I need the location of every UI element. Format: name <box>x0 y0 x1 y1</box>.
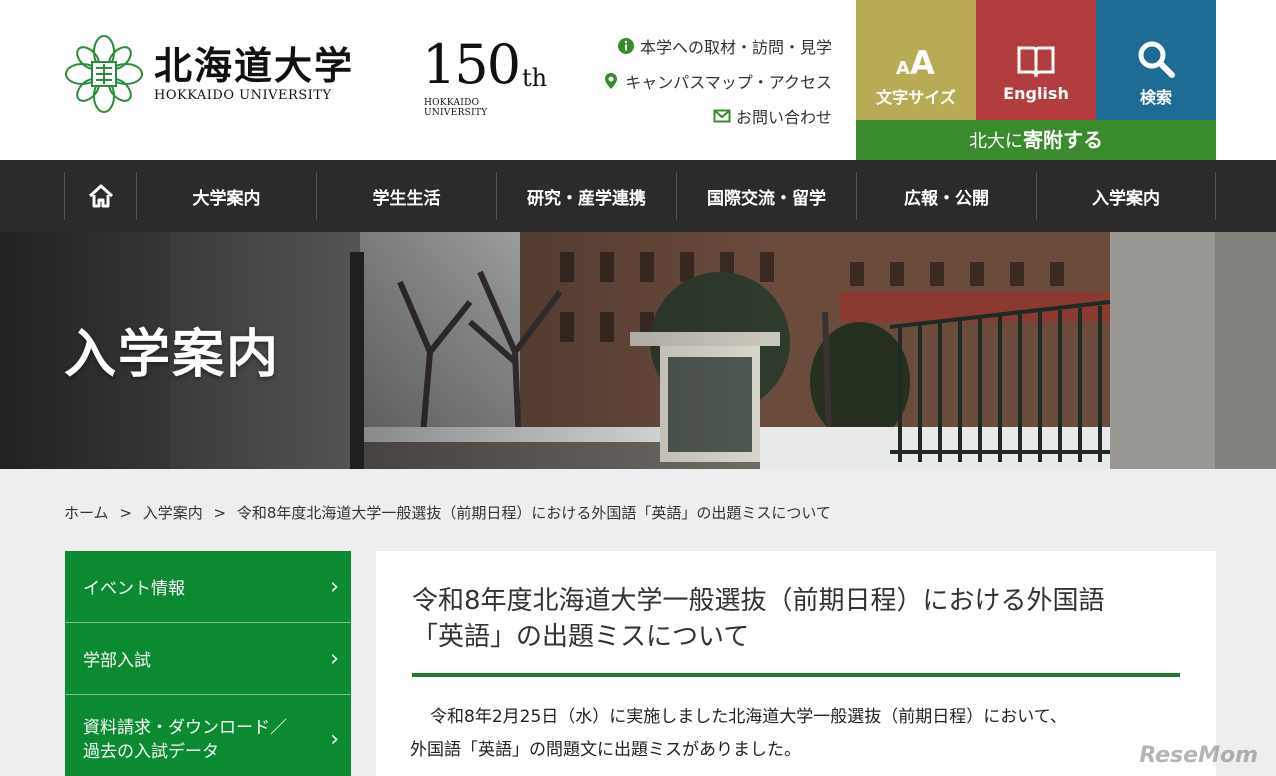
chevron-right-icon: › <box>330 726 339 752</box>
hero-title: 入学案内 <box>64 325 281 385</box>
breadcrumb-current: 令和8年度北海道大学一般選抜（前期日程）における外国語「英語」の出題ミスについて <box>236 504 831 522</box>
font-size-label: 文字サイズ <box>876 88 956 107</box>
utility-links: 本学への取材・訪問・見学 キャンパスマップ・アクセス お問い合わせ <box>602 34 832 139</box>
site-header: 北海道大学 HOKKAIDO UNIVERSITY 150 th HOKKAID… <box>0 0 1276 160</box>
nav-admissions[interactable]: 入学案内 <box>1036 172 1216 220</box>
sidebar-item-label: 資料請求・ダウンロード／ 過去の入試データ <box>83 716 287 764</box>
donate-emphasis: 寄附する <box>1023 128 1103 152</box>
util-link-campus-map[interactable]: キャンパスマップ・アクセス <box>602 69 832 93</box>
article: 令和8年度北海道大学一般選抜（前期日程）における外国語 「英語」の出題ミスについ… <box>376 551 1216 776</box>
breadcrumb-admissions[interactable]: 入学案内 <box>143 504 203 522</box>
article-title-line1: 令和8年度北海道大学一般選抜（前期日程）における外国語 <box>412 586 1105 616</box>
global-nav: 大学案内 学生生活 研究・産学連携 国際交流・留学 広報・公開 入学案内 <box>0 160 1276 232</box>
breadcrumb: ホーム > 入学案内 > 令和8年度北海道大学一般選抜（前期日程）における外国語… <box>64 502 831 523</box>
svg-text:A: A <box>910 44 935 78</box>
donate-prefix: 北大に <box>969 131 1023 152</box>
font-size-button[interactable]: AA 文字サイズ <box>856 0 976 120</box>
chevron-right-icon: › <box>330 646 339 671</box>
search-button[interactable]: 検索 <box>1096 0 1216 120</box>
util-link-contact[interactable]: お問い合わせ <box>602 104 832 128</box>
anniversary-subtitle: HOKKAIDO UNIVERSITY <box>424 98 488 118</box>
util-link-visit-label: 本学への取材・訪問・見学 <box>639 38 832 57</box>
resemom-watermark: ReseMom <box>1139 743 1258 768</box>
chevron-right-icon: › <box>330 574 339 599</box>
sidebar-item-events[interactable]: イベント情報 › <box>65 551 351 623</box>
search-label: 検索 <box>1139 88 1172 107</box>
nav-home[interactable] <box>64 172 136 220</box>
sidebar-item-label: イベント情報 <box>83 579 185 599</box>
book-icon <box>976 26 1096 78</box>
logo-japanese-name: 北海道大学 <box>154 42 355 88</box>
anniversary-suffix: th <box>522 64 548 92</box>
breadcrumb-separator: > <box>119 504 132 522</box>
article-title-line2: 「英語」の出題ミスについて <box>412 622 750 652</box>
sidebar-item-label-line2: 過去の入試データ <box>83 741 219 762</box>
article-body: 令和8年2月25日（水）に実施しました北海道大学一般選抜（前期日程）において、 … <box>410 701 1180 767</box>
university-logo[interactable]: 北海道大学 HOKKAIDO UNIVERSITY <box>64 34 354 114</box>
svg-text:A: A <box>896 58 910 78</box>
nav-public-relations[interactable]: 広報・公開 <box>856 172 1036 220</box>
util-link-contact-label: お問い合わせ <box>735 108 832 127</box>
breadcrumb-separator: > <box>213 504 227 522</box>
font-size-icon: AA <box>856 26 976 78</box>
english-label: English <box>1003 84 1069 103</box>
util-link-campus-map-label: キャンパスマップ・アクセス <box>625 73 832 92</box>
article-title: 令和8年度北海道大学一般選抜（前期日程）における外国語 「英語」の出題ミスについ… <box>412 583 1182 655</box>
nav-research[interactable]: 研究・産学連携 <box>496 172 676 220</box>
title-divider <box>412 673 1180 677</box>
donate-button[interactable]: 北大に寄附する <box>856 120 1216 160</box>
search-icon <box>1096 26 1216 78</box>
util-link-visit[interactable]: 本学への取材・訪問・見学 <box>602 34 832 58</box>
university-emblem-icon <box>65 35 143 113</box>
map-pin-icon <box>605 73 618 89</box>
sidebar-item-label: 学部入試 <box>83 651 151 671</box>
nav-about[interactable]: 大学案内 <box>136 172 316 220</box>
sidebar-item-undergrad-admissions[interactable]: 学部入試 › <box>65 623 351 695</box>
anniversary-150th-logo[interactable]: 150 th HOKKAIDO UNIVERSITY <box>422 36 548 119</box>
header-tools: AA 文字サイズ English 検索 北大に寄附する <box>856 0 1216 160</box>
sidebar-item-label-line1: 資料請求・ダウンロード／ <box>83 717 287 738</box>
english-button[interactable]: English <box>976 0 1096 120</box>
breadcrumb-home[interactable]: ホーム <box>64 504 109 522</box>
mail-icon <box>713 109 731 123</box>
article-body-line2: 外国語「英語」の問題文に出題ミスがありました。 <box>410 740 801 760</box>
nav-student-life[interactable]: 学生生活 <box>316 172 496 220</box>
nav-international[interactable]: 国際交流・留学 <box>676 172 856 220</box>
sidebar-item-materials[interactable]: 資料請求・ダウンロード／ 過去の入試データ › <box>65 695 351 776</box>
hero-banner: 入学案内 <box>0 232 1276 469</box>
sidebar-nav: イベント情報 › 学部入試 › 資料請求・ダウンロード／ 過去の入試データ › <box>65 551 351 776</box>
home-icon <box>88 184 113 208</box>
logo-english-name: HOKKAIDO UNIVERSITY <box>154 87 332 103</box>
article-body-line1: 令和8年2月25日（水）に実施しました北海道大学一般選抜（前期日程）において、 <box>430 707 1067 727</box>
info-icon <box>617 38 634 54</box>
